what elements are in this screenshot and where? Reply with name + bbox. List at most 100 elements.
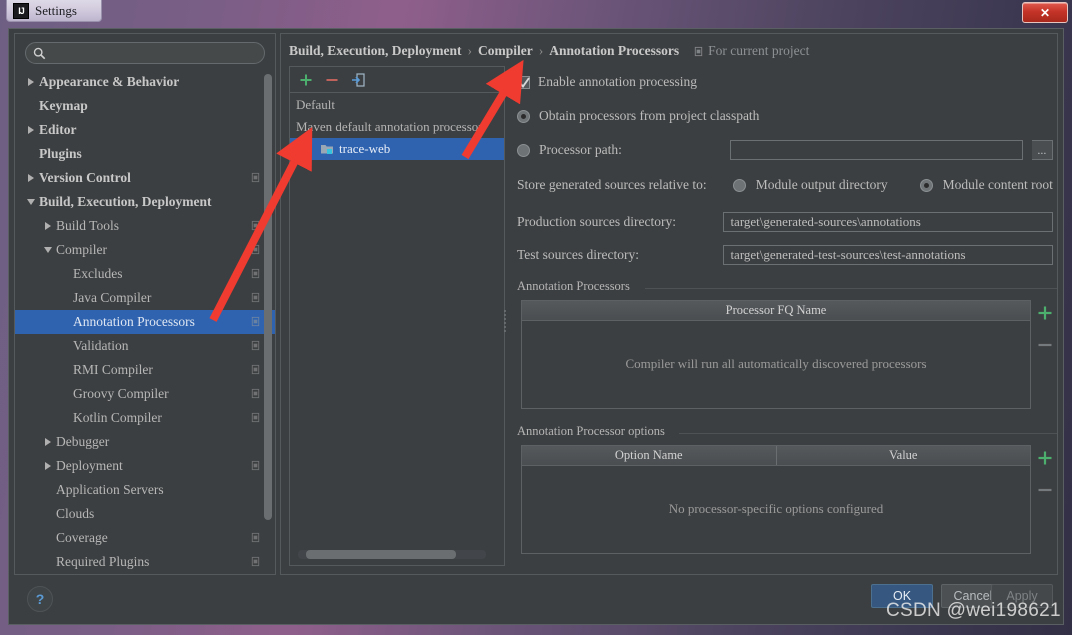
help-button[interactable]: ? — [27, 586, 53, 612]
profiles-list: Default Maven default annotation processo… — [290, 94, 504, 565]
close-window-button[interactable]: ✕ — [1022, 2, 1068, 23]
sidebar-item-groovy-compiler[interactable]: Groovy Compiler — [15, 382, 275, 406]
remove-processor-icon[interactable] — [1036, 336, 1054, 354]
add-processor-icon[interactable] — [1036, 304, 1054, 322]
sidebar-item-label: Kotlin Compiler — [73, 410, 162, 425]
sidebar-item-label: Excludes — [73, 266, 123, 281]
annotation-processor-settings: Enable annotation processing Obtain proc… — [513, 66, 1057, 566]
breadcrumb-part-1[interactable]: Build, Execution, Deployment — [289, 43, 462, 59]
sidebar-item-application-servers[interactable]: Application Servers — [15, 478, 275, 502]
breadcrumb: Build, Execution, Deployment › Compiler … — [289, 43, 809, 59]
sidebar-item-compiler[interactable]: Compiler — [15, 238, 275, 262]
sidebar-item-clouds[interactable]: Clouds — [15, 502, 275, 526]
panel-splitter-handle[interactable] — [502, 308, 508, 332]
sidebar-item-keymap[interactable]: Keymap — [15, 94, 275, 118]
processor-path-label: Processor path: — [539, 142, 622, 157]
obtain-from-classpath-row[interactable]: Obtain processors from project classpath — [517, 108, 759, 124]
column-header-value[interactable]: Value — [775, 446, 1031, 465]
annotation-processor-options-group-title: Annotation Processor options — [517, 424, 671, 439]
watermark: CSDN @wei198621 — [886, 600, 1061, 621]
module-content-root-radio[interactable] — [919, 178, 933, 192]
sidebar-item-validation[interactable]: Validation — [15, 334, 275, 358]
sidebar-item-editor[interactable]: Editor — [15, 118, 275, 142]
chevron-right-icon[interactable] — [23, 174, 39, 182]
sidebar-scrollbar-thumb[interactable] — [264, 74, 272, 520]
sidebar-vertical-scrollbar[interactable] — [264, 74, 272, 556]
profile-list-item[interactable]: Maven default annotation processor — [290, 116, 504, 138]
sidebar-item-version-control[interactable]: Version Control — [15, 166, 275, 190]
sidebar-item-label: Coverage — [56, 530, 108, 545]
sidebar-item-build-tools[interactable]: Build Tools — [15, 214, 275, 238]
sidebar-item-required-plugins[interactable]: Required Plugins — [15, 550, 275, 574]
annotation-processors-side-buttons — [1033, 300, 1057, 354]
project-settings-icon — [251, 556, 260, 567]
store-generated-sources-label: Store generated sources relative to: — [517, 177, 707, 192]
profile-list-item[interactable]: trace-web — [290, 138, 504, 160]
settings-dialog-body: Appearance & Behavior Keymap Editor Plugins… — [8, 28, 1064, 625]
sidebar-item-label: Clouds — [56, 506, 95, 521]
processor-path-row[interactable]: Processor path: ... — [517, 140, 1053, 160]
breadcrumb-part-2[interactable]: Compiler — [478, 43, 533, 59]
module-icon — [321, 145, 333, 154]
column-header-processor-fq-name[interactable]: Processor FQ Name — [522, 301, 1030, 320]
sidebar-item-coverage[interactable]: Coverage — [15, 526, 275, 550]
chevron-right-icon[interactable] — [40, 462, 56, 470]
search-icon — [33, 47, 46, 59]
enable-annotation-processing-row[interactable]: Enable annotation processing — [517, 74, 697, 90]
project-settings-icon — [251, 364, 260, 375]
intellij-logo-icon: IJ — [13, 2, 29, 19]
chevron-right-icon[interactable] — [40, 222, 56, 230]
project-settings-icon — [251, 292, 260, 303]
sidebar-item-rmi-compiler[interactable]: RMI Compiler — [15, 358, 275, 382]
project-settings-icon — [251, 460, 260, 471]
sidebar-item-label: Application Servers — [56, 482, 164, 497]
sidebar-item-annotation-processors[interactable]: Annotation Processors — [15, 310, 275, 334]
sidebar-item-excludes[interactable]: Excludes — [15, 262, 275, 286]
profiles-horizontal-scrollbar[interactable] — [298, 550, 486, 559]
sidebar-item-label: Compiler — [56, 242, 107, 257]
add-profile-icon[interactable] — [298, 72, 314, 88]
chevron-right-icon[interactable] — [23, 126, 39, 134]
search-box[interactable] — [25, 42, 265, 64]
sidebar-item-label: Groovy Compiler — [73, 386, 169, 401]
chevron-down-icon[interactable] — [40, 247, 56, 253]
sidebar-item-kotlin-compiler[interactable]: Kotlin Compiler — [15, 406, 275, 430]
move-to-profile-icon[interactable] — [350, 72, 366, 88]
add-option-icon[interactable] — [1036, 449, 1054, 467]
profiles-scrollbar-thumb[interactable] — [306, 550, 456, 559]
annotation-processors-table[interactable]: Processor FQ Name Compiler will run all … — [521, 300, 1031, 409]
sidebar-item-appearance-behavior[interactable]: Appearance & Behavior — [15, 70, 275, 94]
sidebar-item-label: Appearance & Behavior — [39, 74, 180, 89]
sidebar-item-java-compiler[interactable]: Java Compiler — [15, 286, 275, 310]
enable-annotation-processing-label: Enable annotation processing — [538, 74, 697, 89]
annotation-processor-options-table[interactable]: Option Name Value No processor-specific … — [521, 445, 1031, 554]
processor-path-browse-button[interactable]: ... — [1031, 140, 1053, 160]
sidebar-item-label: Deployment — [56, 458, 123, 473]
breadcrumb-separator-2: › — [538, 43, 544, 58]
chevron-right-icon[interactable] — [40, 438, 56, 446]
sidebar-item-debugger[interactable]: Debugger — [15, 430, 275, 454]
test-sources-input[interactable]: target\generated-test-sources\test-annot… — [723, 245, 1053, 265]
obtain-from-classpath-radio[interactable] — [517, 109, 530, 123]
production-sources-input[interactable]: target\generated-sources\annotations — [723, 212, 1053, 232]
enable-annotation-processing-checkbox[interactable] — [517, 75, 530, 89]
processor-path-radio[interactable] — [517, 143, 530, 157]
processor-path-input[interactable] — [729, 140, 1023, 160]
chevron-down-icon[interactable] — [23, 199, 39, 205]
annotation-processors-group: Annotation Processors Processor FQ Name … — [517, 279, 1057, 413]
project-settings-icon — [251, 172, 260, 183]
profile-list-item[interactable]: Default — [290, 94, 504, 116]
module-output-directory-radio[interactable] — [732, 178, 746, 192]
sidebar-item-label: Validation — [73, 338, 129, 353]
remove-option-icon[interactable] — [1036, 481, 1054, 499]
sidebar-item-build-execution-deployment[interactable]: Build, Execution, Deployment — [15, 190, 275, 214]
sidebar-item-plugins[interactable]: Plugins — [15, 142, 275, 166]
search-input[interactable] — [51, 44, 255, 62]
annotation-processors-group-title: Annotation Processors — [517, 279, 636, 294]
remove-profile-icon[interactable] — [324, 72, 340, 88]
chevron-right-icon[interactable] — [23, 78, 39, 86]
sidebar-item-deployment[interactable]: Deployment — [15, 454, 275, 478]
profiles-toolbar — [290, 67, 504, 93]
column-header-option-name[interactable]: Option Name — [522, 446, 776, 465]
project-settings-icon — [251, 316, 260, 327]
